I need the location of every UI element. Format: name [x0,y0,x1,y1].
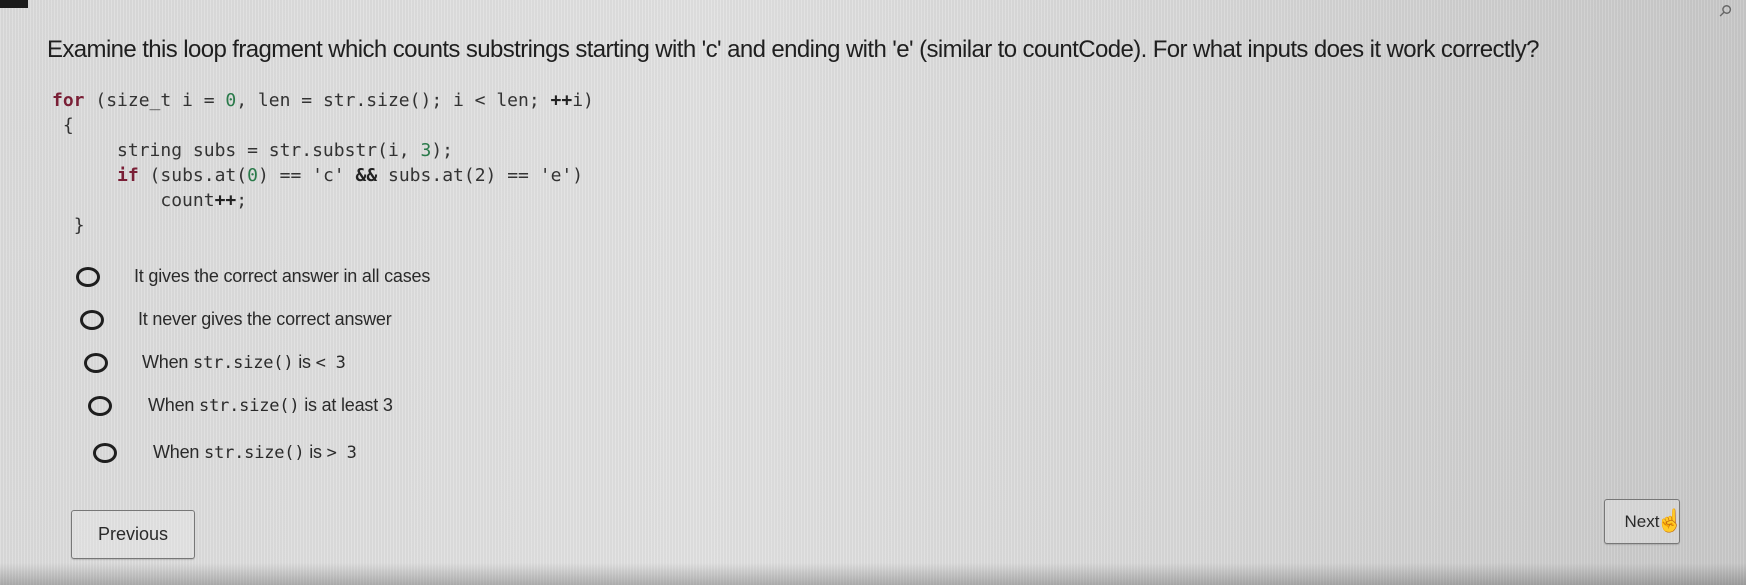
radio-button[interactable] [93,442,117,463]
option-size-at-least-3[interactable]: When str.size() is at least 3 [88,395,393,416]
hand-pointer-icon: ☝ [1656,508,1684,533]
top-left-bar [0,0,28,8]
option-never[interactable]: It never gives the correct answer [80,309,392,330]
code-line-4: if (subs.at(0) == 'c' && subs.at(2) == '… [117,165,584,186]
option-all-cases[interactable]: It gives the correct answer in all cases [76,266,430,287]
code-line-1: for (size_t i = 0, len = str.size(); i <… [52,90,594,111]
radio-button[interactable] [80,309,104,330]
code-line-6: } [73,215,85,236]
screen-bottom-edge [0,563,1746,585]
previous-button[interactable]: Previous [71,510,195,559]
code-block: for (size_t i = 0, len = str.size(); i <… [52,88,594,238]
option-size-less-than-3[interactable]: When str.size() is < 3 [84,352,346,373]
radio-button[interactable] [76,266,100,287]
radio-button[interactable] [84,352,108,373]
code-line-3: string subs = str.substr(i, 3); [117,140,453,161]
code-line-5: count++; [160,190,248,211]
option-size-greater-than-3[interactable]: When str.size() is > 3 [93,442,357,463]
radio-button[interactable] [88,395,112,416]
code-line-2: { [62,115,74,136]
pin-icon[interactable]: ⚲ [1714,0,1742,28]
question-text: Examine this loop fragment which counts … [47,36,1539,63]
